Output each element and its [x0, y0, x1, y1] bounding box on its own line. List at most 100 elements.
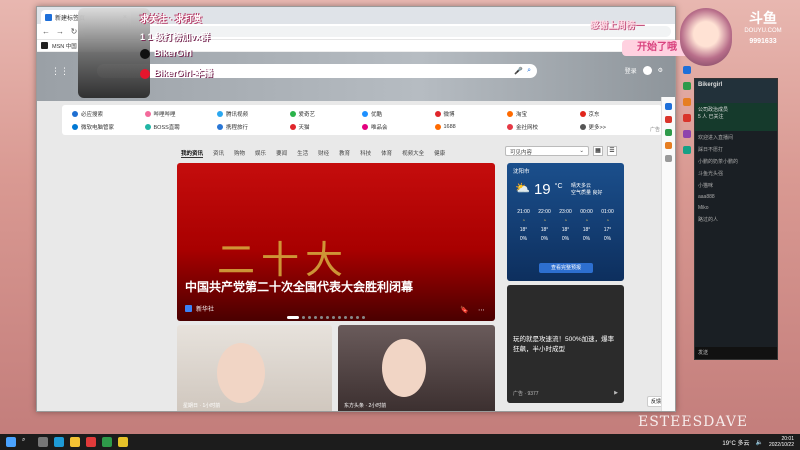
quicklink-item[interactable]: BOSS直聘 [144, 120, 218, 133]
sidebar-icon-orange[interactable] [665, 142, 672, 149]
quicklink-item[interactable]: 必应搜索 [72, 107, 145, 120]
weather-desc: 晴天多云 空气质量 良好 [571, 183, 602, 197]
quicklink-item[interactable]: 腾讯视频 [217, 107, 290, 120]
app-icon-4[interactable] [683, 114, 691, 122]
back-icon[interactable]: ← [41, 27, 51, 36]
clock[interactable]: 20:01 2022/10/22 [769, 436, 794, 448]
forecast-hour_precip: 0% [561, 236, 570, 242]
ad-footer: 广告 · 9377 ▶ [513, 390, 618, 397]
mic-icon[interactable]: 🎤 [514, 67, 523, 75]
site-icon [217, 123, 223, 130]
apps-grid-icon[interactable]: ⋮⋮ [51, 66, 69, 77]
feed-tab[interactable]: 健康 [434, 149, 445, 157]
quicklink-item[interactable]: 哔哩哔哩 [144, 107, 218, 120]
forecast-hours: 23:00 [559, 209, 572, 215]
chat-send-button[interactable]: 发送 [695, 347, 777, 359]
forecast-hour_temps: 18° [582, 227, 591, 233]
app-icon-yellow[interactable] [118, 437, 128, 447]
ad-card[interactable]: 玩的就是攻速流！500%加速，爆率狂飙，半小时成型 广告 · 9377 ▶ [507, 285, 624, 403]
search-icon[interactable]: ⌕ [22, 437, 32, 447]
quicklink-item[interactable]: 携程旅行 [217, 120, 290, 133]
bookmark-icon[interactable]: 🔖 [460, 306, 469, 314]
news-card-3[interactable]: 东方头条 · 2小时前 [338, 325, 495, 411]
quicklink-item[interactable]: 更多>> [579, 120, 653, 133]
partly-cloudy-icon: ◔ [563, 218, 568, 224]
forecast-hour_temps: 18° [519, 227, 528, 233]
ad-text[interactable]: 玩的就是攻速流！500%加速，爆率狂飙，半小时成型 [513, 335, 618, 355]
app-icon-6[interactable] [683, 146, 691, 154]
login-label[interactable]: 登录 [625, 66, 637, 75]
carousel-dots[interactable] [287, 316, 365, 319]
app-icon-5[interactable] [683, 130, 691, 138]
quicklink-item[interactable]: 1688 [434, 120, 508, 133]
quicklink-label: 天猫 [298, 124, 310, 131]
quicklink-item[interactable]: 优酷 [362, 107, 435, 120]
quicklink-item[interactable]: 京东 [579, 107, 653, 120]
weather-card[interactable]: 沈阳市 ⛅ 19 °C 晴天多云 空气质量 良好 21:00 22:00 23:00… [507, 163, 624, 281]
feed-tab[interactable]: 科技 [360, 149, 371, 157]
full-forecast-button[interactable]: 查看完整预报 [539, 263, 593, 273]
quicklink-item[interactable]: 爱奇艺 [289, 107, 363, 120]
settings-icon[interactable]: ⚙ [658, 67, 663, 74]
feed-tab[interactable]: 生活 [297, 149, 308, 157]
explorer-icon[interactable] [70, 437, 80, 447]
chevron-down-icon: ⌄ [579, 148, 584, 154]
chat-message: 路过的人 [698, 217, 719, 223]
add-icon[interactable] [665, 155, 672, 162]
partly-cloudy-icon: ◔ [542, 218, 547, 224]
feed-tab[interactable]: 视频大全 [402, 149, 424, 157]
feed-tab[interactable]: 体育 [381, 149, 392, 157]
quick-links: 必应搜索 哔哩哔哩 腾讯视频 爱奇艺 优酷 微博 淘宝 京东微软电脑管家 BOSS直聘 携程旅行 天… [62, 105, 662, 135]
sidebar-icon-green[interactable] [665, 129, 672, 136]
edge-icon[interactable] [54, 437, 64, 447]
play-icon[interactable]: ▶ [614, 390, 618, 397]
quicklink-label: 更多>> [588, 124, 606, 131]
feed-tab[interactable]: 教育 [339, 149, 350, 157]
chat-header: Bikergirl [695, 79, 777, 103]
app-icon-1[interactable] [683, 66, 691, 74]
list-view-button[interactable]: ☰ [607, 146, 617, 156]
overlay-line-3: BikerGirl [140, 48, 192, 59]
forecast-hour_precip: 0% [582, 236, 591, 242]
quicklink-item[interactable]: 金社网校 [507, 120, 580, 133]
avatar[interactable] [642, 66, 652, 75]
temp-unit: °C [554, 183, 563, 190]
news-title[interactable]: 中国共产党第二十次全国代表大会胜利闭幕 [185, 278, 413, 295]
news-card-2[interactable]: 星期日 · 1小时前 [177, 325, 332, 411]
feed-tab[interactable]: 要闻 [276, 149, 287, 157]
quicklink-item[interactable]: 微博 [434, 107, 508, 120]
source-logo-icon [185, 305, 192, 312]
search-icon[interactable]: ⌕ [527, 67, 531, 75]
main-news-card[interactable]: 二十大 中国共产党第二十次全国代表大会胜利闭幕 新华社 🔖 ⋯ [177, 163, 495, 321]
quicklink-item[interactable]: 唯品会 [362, 120, 435, 133]
app-icon-2[interactable] [683, 82, 691, 90]
logo-text: 斗鱼 [749, 10, 777, 26]
sidebar-icon-blue[interactable] [665, 103, 672, 110]
task-view-icon[interactable] [38, 437, 48, 447]
feed-tab[interactable]: 购物 [234, 149, 245, 157]
content-filter-dropdown[interactable]: 可见内容 ⌄ [505, 146, 589, 156]
site-icon [72, 123, 78, 130]
chat-sub-2: 5 人 已关注 [698, 114, 724, 120]
anime-character-image [680, 8, 732, 66]
feed-tab[interactable]: 我的资讯 [181, 149, 204, 158]
feed-tab[interactable]: 财经 [318, 149, 329, 157]
windows-start-icon[interactable] [6, 437, 16, 447]
grid-view-button[interactable]: ▦ [593, 146, 603, 156]
quicklink-item[interactable]: 天猫 [289, 120, 363, 133]
weather-tray[interactable]: 19°C 多云 [722, 438, 749, 447]
forecast-hour_precip: 0% [540, 236, 549, 242]
volume-icon[interactable]: 🔈 [755, 439, 762, 446]
feed-tab[interactable]: 资讯 [213, 149, 224, 157]
quicklink-item[interactable]: 微软电脑管家 [72, 120, 145, 133]
app-icon-red[interactable] [86, 437, 96, 447]
app-icon-green[interactable] [102, 437, 112, 447]
more-icon[interactable]: ⋯ [478, 306, 485, 314]
room-number: 9991633 [749, 38, 777, 45]
app-icon-3[interactable] [683, 98, 691, 106]
sidebar-icon-red[interactable] [665, 116, 672, 123]
quicklink-item[interactable]: 淘宝 [507, 107, 580, 120]
forward-icon[interactable]: → [55, 27, 65, 36]
feed-tab[interactable]: 娱乐 [255, 149, 266, 157]
bookmark-msn[interactable]: MSN 中国 [52, 42, 77, 50]
